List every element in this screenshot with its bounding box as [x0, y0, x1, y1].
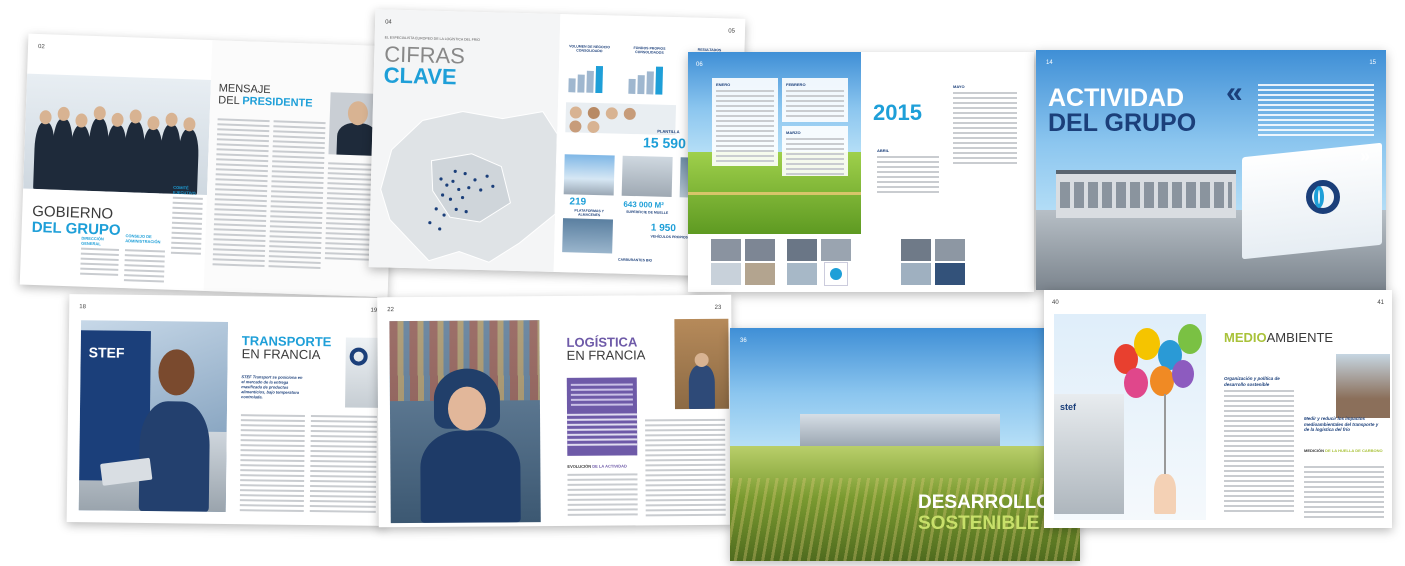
page-right: 19 TRANSPORTE EN FRANCIA STEF Transport … [226, 296, 388, 526]
month-box-febrero: FEBRERO [782, 78, 848, 122]
bars-graphic-1 [566, 62, 611, 94]
spread-medio: 40 stef 41 MEDIOAMBIENTE Organización y … [1044, 290, 1392, 528]
title-logistica: LOGÍSTICA EN FRANCIA [566, 334, 646, 363]
page-number: 04 [385, 19, 392, 26]
title-medio: MEDIOAMBIENTE [1224, 330, 1334, 345]
page-left: 18 STEF [67, 294, 229, 524]
vehiculos-value: 1 950 [650, 222, 676, 235]
page-number: 15 [1369, 60, 1376, 66]
page-left: 04 EL ESPECIALISTA EUROPEO DE LA LOGÍSTI… [368, 9, 561, 272]
driver-photo: STEF [78, 320, 229, 512]
col-comite: COMITÉ EJECUTIVO [172, 184, 196, 196]
board-group-photo [23, 73, 211, 195]
thumb-photo [900, 262, 932, 286]
thumb-photo [710, 238, 742, 262]
spread-actividad: 14 15 ACTIVIDAD DEL GRUPO « » [1036, 50, 1386, 290]
title-mensaje: MENSAJE DEL PRESIDENTE [218, 82, 313, 110]
thumb-photo [744, 262, 776, 286]
page-left: 40 stef [1044, 290, 1218, 528]
plataformas-label: PLATAFORMAS Y ALMACENES [574, 208, 605, 218]
page-number: 40 [1052, 300, 1059, 306]
pull-quote: Medir y reducir los impactos medioambien… [1304, 416, 1379, 432]
thumb-photo [900, 238, 932, 262]
thumb-photo [824, 262, 848, 286]
europe-map [380, 111, 558, 263]
month-box-mayo: MAYO [949, 80, 1021, 168]
thumb-photo [934, 262, 966, 286]
page-right: 41 MEDIOAMBIENTE Organización y política… [1218, 290, 1392, 528]
page-number: 02 [37, 43, 45, 51]
trucks-photo [621, 155, 673, 198]
subheading-organizacion: Organización y política de desarrollo so… [1224, 376, 1280, 387]
title-cifras: CIFRAS CLAVE [383, 41, 466, 90]
page-number: 06 [696, 62, 703, 68]
title-gobierno: GOBIERNO DEL GRUPO [31, 202, 121, 239]
building-photo [1336, 354, 1390, 418]
quote-text [1258, 84, 1374, 139]
page-right: 03 MENSAJE DEL PRESIDENTE [203, 40, 397, 298]
subheading-evolucion: EVOLUCIÓN DE LA ACTIVIDAD [567, 463, 627, 469]
title-actividad: ACTIVIDAD DEL GRUPO [1048, 84, 1197, 137]
thumb-photo [710, 262, 742, 286]
worker-photo [389, 320, 541, 524]
month-box-enero: ENERO [712, 78, 778, 166]
thumb-photo [786, 262, 818, 286]
spread-logistica: 22 23 LOGÍSTICA EN FRANCIA EVOLUCIÓN DE … [377, 294, 733, 528]
page-number: 18 [79, 304, 86, 311]
thumb-photo [934, 238, 966, 262]
spread-transporte: 18 STEF 19 TRANSPORTE EN FRANCIA STEF Tr… [66, 294, 388, 526]
col-consejo: CONSEJO DE ADMINISTRACIÓN [125, 233, 161, 245]
title-desarrollo: DESARROLLO SOSTENIBLE [918, 492, 1051, 534]
subheading-medicion: MEDICIÓN DE LA HUELLA DE CARBONO [1304, 448, 1383, 453]
page-number: 36 [740, 338, 747, 344]
warehouse-photo [563, 154, 615, 196]
title-transporte: TRANSPORTE EN FRANCIA [241, 333, 332, 363]
col-direccion: DIRECCIÓN GENERAL [81, 235, 104, 247]
balloons-photo: stef [1054, 314, 1206, 520]
page-number: 14 [1046, 60, 1053, 66]
cold-store-photo [562, 218, 614, 254]
page-number: 07 [1019, 62, 1026, 68]
thumb-photo [744, 238, 776, 262]
spread-hechos: 06 ENERO FEBRERO MARZO 07 HECHOS RELEVAN… [688, 52, 1034, 292]
page-left: 22 [377, 296, 556, 527]
page-number: 41 [1377, 300, 1384, 306]
stat-header-2: FONDOS PROPIOS CONSOLIDADOS [633, 45, 666, 55]
page-left: 02 GOBIERNO DEL GRUPO DIRECCIÓN GENERAL … [20, 34, 213, 291]
month-box-marzo: MARZO [782, 126, 848, 176]
quote-icon: « [1226, 76, 1243, 109]
stat-header-1: VOLUMEN DE NEGOCIO CONSOLIDADO [569, 44, 610, 54]
plataformas-value: 219 [569, 196, 587, 208]
lead-text: STEF Transport se posiciona en el mercad… [241, 374, 303, 400]
quote-close-icon: » [1360, 146, 1371, 166]
thumb-photo [786, 238, 818, 262]
plantilla-label: PLANTILLA [657, 128, 680, 135]
page-number: 23 [714, 304, 722, 311]
page-number: 05 [728, 28, 736, 35]
thumb-photo [820, 238, 852, 262]
thumbnail-strip [688, 234, 1034, 292]
warehouse-staff-photo [674, 318, 729, 410]
month-box-abril: ABRIL [873, 144, 943, 196]
muelle-label: SUPERFICIE DE MUELLE [626, 209, 669, 215]
spread-gobierno: 02 GOBIERNO DEL GRUPO DIRECCIÓN GENERAL … [19, 33, 397, 298]
spread-desarrollo: 36 37 DESARROLLO SOSTENIBLE [730, 328, 1080, 561]
page-right: 23 LOGÍSTICA EN FRANCIA EVOLUCIÓN DE LA … [554, 295, 733, 526]
carburantes-label: CARBURANTES BIO [617, 257, 653, 263]
plantilla-value: 15 590 [642, 134, 687, 152]
muelle-value: 643 000 M² [623, 199, 664, 210]
vehiculos-label: VEHÍCULOS PROPIOS [650, 234, 688, 240]
bars-graphic-2 [626, 64, 671, 95]
page-number: 19 [370, 307, 378, 314]
title-hechos: HECHOS RELEVANTES 2015 [873, 79, 945, 125]
page-number: 22 [387, 307, 395, 314]
